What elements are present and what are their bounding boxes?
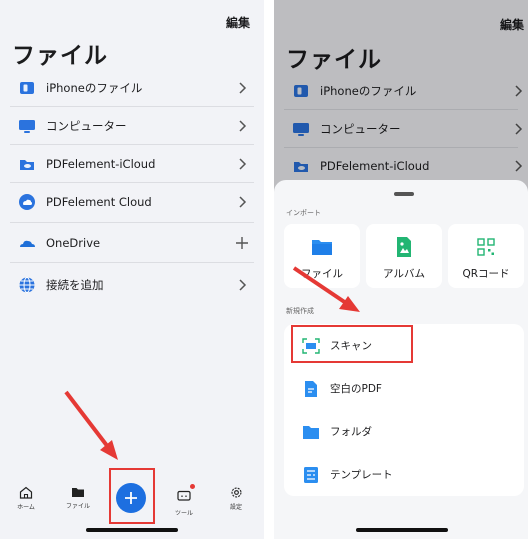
computer-icon <box>18 117 36 135</box>
chevron-right-icon <box>239 157 247 170</box>
highlight-box <box>109 468 155 524</box>
page-title: ファイル <box>12 43 108 69</box>
pdfelement-cloud-icon <box>18 193 36 211</box>
import-album-button[interactable]: アルバム <box>366 224 442 288</box>
panel-divider <box>264 0 274 539</box>
tab-tools[interactable]: ツール <box>164 484 204 517</box>
blank-pdf-icon <box>302 380 320 398</box>
location-label: PDFelement-iCloud <box>46 156 156 171</box>
import-section-label: インポート <box>286 209 321 217</box>
location-pdfelement-icloud[interactable]: PDFelement-iCloud <box>0 145 264 182</box>
create-template-button[interactable]: テンプレート <box>284 453 524 496</box>
onedrive-icon <box>18 234 36 252</box>
location-label: 接続を追加 <box>46 277 104 292</box>
folder-icon <box>72 488 84 497</box>
import-label: QRコード <box>462 268 510 280</box>
create-label: 空白のPDF <box>330 383 382 395</box>
plus-icon[interactable] <box>236 236 248 250</box>
import-label: アルバム <box>383 268 425 280</box>
home-indicator <box>356 528 448 532</box>
import-label: ファイル <box>301 268 343 280</box>
tab-files[interactable]: ファイル <box>58 486 98 510</box>
add-connection[interactable]: 接続を追加 <box>0 266 264 303</box>
highlight-box <box>291 325 413 363</box>
qr-code-icon <box>475 236 497 258</box>
notification-dot <box>190 484 195 489</box>
create-blank-pdf-button[interactable]: 空白のPDF <box>284 367 524 410</box>
globe-icon <box>18 276 36 294</box>
iphone-folder-icon <box>18 79 36 97</box>
tab-label: ホーム <box>17 504 35 511</box>
tab-label: ツール <box>174 510 193 517</box>
chevron-right-icon <box>239 278 247 291</box>
toolbox-icon <box>177 490 191 501</box>
chevron-right-icon <box>239 119 247 132</box>
location-computer[interactable]: コンピューター <box>0 107 264 144</box>
create-label: テンプレート <box>330 469 393 481</box>
files-screen-with-create-sheet: 編集 ファイル iPhoneのファイル コンピューター PDFelement-i… <box>274 0 528 539</box>
gear-icon <box>230 487 242 498</box>
chevron-right-icon <box>239 195 247 208</box>
tab-settings[interactable]: 設定 <box>216 486 256 511</box>
template-icon <box>302 466 320 484</box>
create-section-label: 新規作成 <box>286 307 314 315</box>
location-iphone-files[interactable]: iPhoneのファイル <box>0 69 264 106</box>
album-icon <box>393 236 415 258</box>
tab-home[interactable]: ホーム <box>6 486 46 511</box>
location-label: OneDrive <box>46 235 101 250</box>
import-qr-button[interactable]: QRコード <box>448 224 524 288</box>
location-pdfelement-cloud[interactable]: PDFelement Cloud <box>0 183 264 220</box>
files-screen: 編集 ファイル iPhoneのファイル コンピューター PDFelement-i… <box>0 0 264 539</box>
chevron-right-icon <box>239 81 247 94</box>
folder-icon <box>311 236 333 258</box>
edit-button[interactable]: 編集 <box>226 14 250 31</box>
create-folder-button[interactable]: フォルダ <box>284 410 524 453</box>
icloud-folder-icon <box>18 155 36 173</box>
location-onedrive[interactable]: OneDrive <box>0 224 264 261</box>
location-label: iPhoneのファイル <box>46 80 143 95</box>
tab-label: 設定 <box>229 504 242 511</box>
sheet-grabber[interactable] <box>394 192 414 196</box>
location-label: コンピューター <box>46 118 127 133</box>
home-indicator <box>86 528 178 532</box>
create-label: フォルダ <box>330 426 372 438</box>
tab-label: ファイル <box>65 503 90 510</box>
folder-icon <box>302 423 320 441</box>
home-icon <box>19 486 33 499</box>
import-file-button[interactable]: ファイル <box>284 224 360 288</box>
location-label: PDFelement Cloud <box>46 194 152 209</box>
